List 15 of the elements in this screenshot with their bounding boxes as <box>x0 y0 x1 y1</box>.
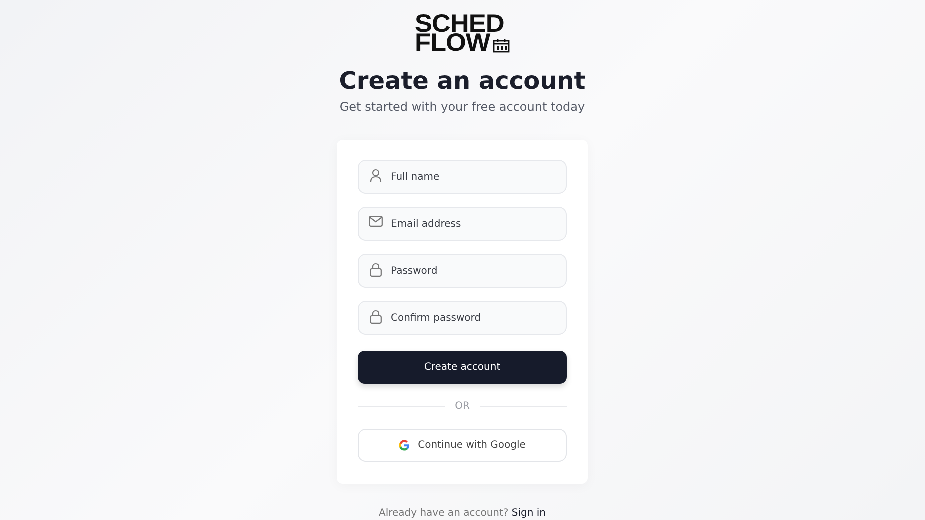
google-button[interactable]: Continue with Google <box>358 429 567 462</box>
sign-in-prompt: Already have an account? Sign in <box>378 508 546 519</box>
subtitle: Get started with your free account today <box>340 100 586 114</box>
page-title: Create an account <box>339 67 586 95</box>
create-account-button[interactable]: Create account <box>358 351 567 384</box>
divider-label: OR <box>455 401 470 412</box>
input-field[interactable]: Email address <box>358 207 567 241</box>
input-field[interactable]: Password <box>358 254 567 288</box>
input-field[interactable]: Confirm password <box>358 301 567 335</box>
input-field[interactable]: Full name <box>358 160 567 194</box>
logo-text: FLOW <box>415 34 490 53</box>
google-icon <box>399 440 410 451</box>
sign-in-link[interactable]: Sign in <box>512 508 546 519</box>
calendar-icon <box>492 38 510 53</box>
logo-text: SCHED <box>415 15 504 34</box>
